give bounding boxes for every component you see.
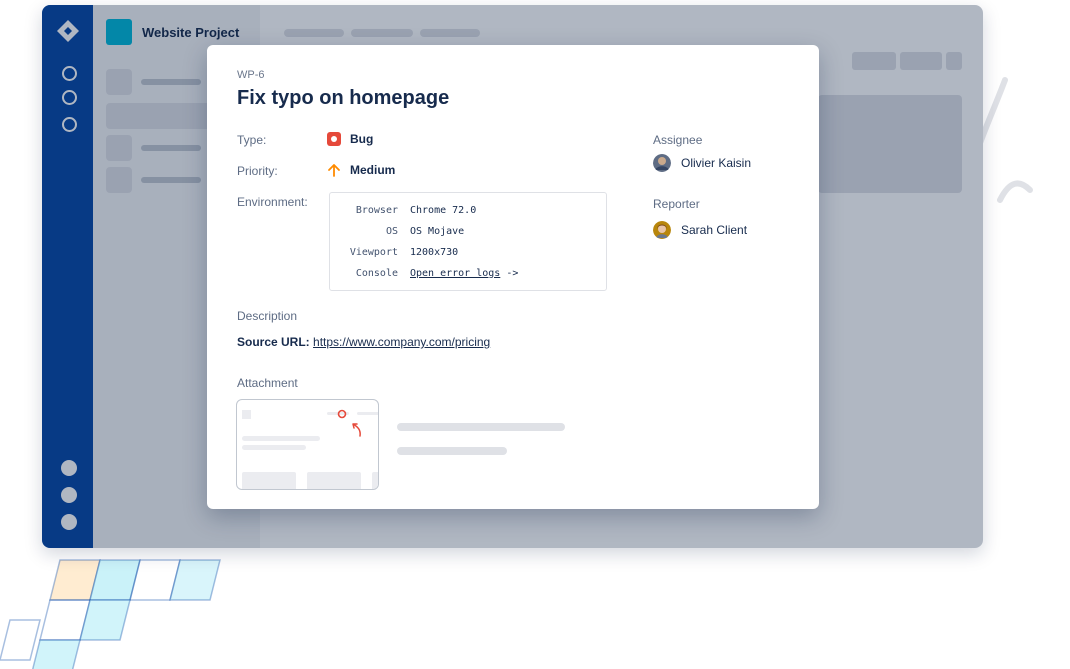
assignee-name: Olivier Kaisin (681, 156, 752, 170)
env-row: OS OS Mojave (330, 226, 606, 240)
source-url-label: Source URL: (237, 335, 310, 349)
environment-label: Environment: (237, 195, 308, 209)
env-key: Browser (355, 205, 398, 216)
type-text: Bug (350, 132, 374, 146)
description-body: Source URL: https://www.company.com/pric… (237, 335, 490, 349)
env-key: OS (385, 226, 398, 237)
env-key: Console (355, 268, 398, 279)
env-row: Viewport 1200x730 (330, 247, 606, 261)
issue-modal: WP-6 Fix typo on homepage Type: Bug Prio… (207, 45, 819, 509)
environment-table[interactable]: Browser Chrome 72.0 OS OS Mojave Viewpor… (329, 192, 607, 291)
priority-value[interactable]: Medium (327, 163, 395, 177)
open-error-logs-link[interactable]: Open error logs (410, 268, 500, 279)
reporter-name: Sarah Client (681, 223, 748, 237)
reporter[interactable]: Sarah Client (653, 221, 747, 239)
env-row: Browser Chrome 72.0 (330, 205, 606, 219)
description-label: Description (237, 309, 298, 323)
type-label: Type: (237, 133, 267, 147)
assignee-avatar (653, 154, 671, 172)
reporter-avatar (653, 221, 671, 239)
screenshot-preview-image (242, 409, 378, 489)
attachment-label: Attachment (237, 376, 298, 390)
attachment-name-placeholder (397, 423, 565, 431)
assignee[interactable]: Olivier Kaisin (653, 154, 751, 172)
attachment-meta-placeholder (397, 447, 507, 455)
bug-icon (327, 132, 341, 146)
env-value: 1200x730 (410, 247, 459, 258)
arrow-suffix: -> (500, 268, 519, 279)
env-value: OS Mojave (410, 226, 465, 237)
issue-title[interactable]: Fix typo on homepage (237, 87, 449, 110)
assignee-label: Assignee (653, 133, 703, 147)
reporter-label: Reporter (653, 197, 700, 211)
env-value: Open error logs -> (410, 268, 518, 279)
env-row: Console Open error logs -> (330, 268, 606, 282)
attachment-thumbnail[interactable] (236, 399, 379, 490)
issue-key[interactable]: WP-6 (237, 69, 265, 81)
source-url-link[interactable]: https://www.company.com/pricing (313, 335, 490, 349)
priority-label: Priority: (237, 164, 278, 178)
env-key: Viewport (349, 247, 398, 258)
priority-text: Medium (350, 163, 396, 177)
arrow-up-icon (328, 164, 340, 177)
type-value[interactable]: Bug (327, 132, 373, 146)
env-value: Chrome 72.0 (410, 205, 477, 216)
